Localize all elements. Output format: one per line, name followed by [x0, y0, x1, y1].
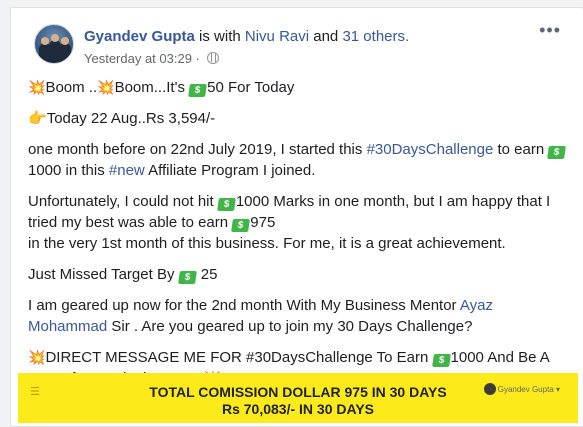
post-line-4: Unfortunately, I could not hit $1000 Mar…	[28, 191, 573, 254]
boom-icon: 💥	[28, 349, 46, 365]
with-text: is with	[199, 28, 241, 45]
boom-icon: 💥	[97, 79, 115, 95]
profile-dot-icon	[483, 383, 496, 395]
post-text: 50 For Today	[207, 79, 295, 96]
hashtag-link[interactable]: #new	[109, 162, 145, 179]
money-icon: $	[231, 219, 251, 232]
post-body: 💥Boom ..💥Boom...It's $50 For Today 👉Toda…	[28, 77, 573, 399]
money-icon: $	[216, 198, 236, 211]
post-line-6: I am geared up now for the 2nd month Wit…	[28, 295, 573, 337]
post-text: one month before on 22nd July 2019, I st…	[28, 141, 367, 158]
post-line-1: 💥Boom ..💥Boom...It's $50 For Today	[28, 77, 573, 98]
post-card: Gyandev Gupta is with Nivu Ravi and 31 o…	[10, 7, 583, 427]
money-icon: $	[431, 354, 451, 367]
hashtag-link[interactable]: #30DaysChallenge	[367, 141, 494, 158]
author-avatar[interactable]	[34, 24, 74, 64]
post-text: DIRECT MESSAGE ME FOR #30DaysChallenge T…	[45, 349, 433, 366]
post-text: Today 22 Aug..Rs 3,594/-	[46, 110, 216, 127]
globe-icon	[206, 52, 219, 64]
avatar-head-icon	[51, 34, 59, 42]
and-text: and	[313, 28, 339, 45]
post-text: 975	[250, 214, 276, 231]
post-text: Unfortunately, I could not hit	[28, 193, 218, 210]
boom-icon: 💥	[28, 79, 46, 95]
post-line-2: 👉Today 22 Aug..Rs 3,594/-	[28, 108, 573, 129]
author-name-link[interactable]: Gyandev Gupta	[84, 28, 195, 45]
post-text: 25	[196, 266, 218, 283]
post-text: Affiliate Program I joined.	[144, 162, 316, 179]
post-text: Boom...It's	[114, 79, 190, 96]
attached-image-banner[interactable]: ☰ TOTAL COMISSION DOLLAR 975 IN 30 DAYS …	[18, 373, 578, 423]
post-timestamp-link[interactable]: Yesterday at 03:29 ·	[84, 51, 200, 66]
post-text: I am geared up now for the 2nd month Wit…	[28, 297, 460, 314]
post-text: in the very 1st month of this business. …	[28, 235, 506, 252]
more-options-button[interactable]: •••	[539, 21, 561, 39]
tagged-user-link[interactable]: Nivu Ravi	[245, 28, 309, 45]
avatar-head-icon	[61, 37, 69, 45]
avatar-head-icon	[41, 37, 49, 45]
money-icon: $	[547, 146, 567, 159]
post-text: to earn	[493, 141, 549, 158]
post-text: 1000 in this	[28, 162, 109, 179]
post-text: Just Missed Target By	[28, 266, 179, 283]
post-text: Sir . Are you geared up to join my 30 Da…	[107, 318, 473, 335]
post-line-5: Just Missed Target By $ 25	[28, 264, 573, 285]
banner-tag-text: Gyandev Gupta ▾	[497, 385, 560, 394]
banner-profile-tag: Gyandev Gupta ▾	[483, 383, 560, 395]
pointing-hand-icon: 👉	[28, 110, 47, 127]
others-link[interactable]: 31 others.	[342, 28, 409, 45]
money-icon: $	[188, 84, 208, 97]
money-icon: $	[177, 271, 197, 284]
post-header: Gyandev Gupta is with Nivu Ravi and 31 o…	[84, 28, 409, 45]
post-text: Boom ..	[45, 79, 98, 96]
avatar-figure-icon	[59, 43, 71, 63]
post-meta: Yesterday at 03:29 ·	[84, 51, 219, 66]
post-line-3: one month before on 22nd July 2019, I st…	[28, 139, 573, 181]
